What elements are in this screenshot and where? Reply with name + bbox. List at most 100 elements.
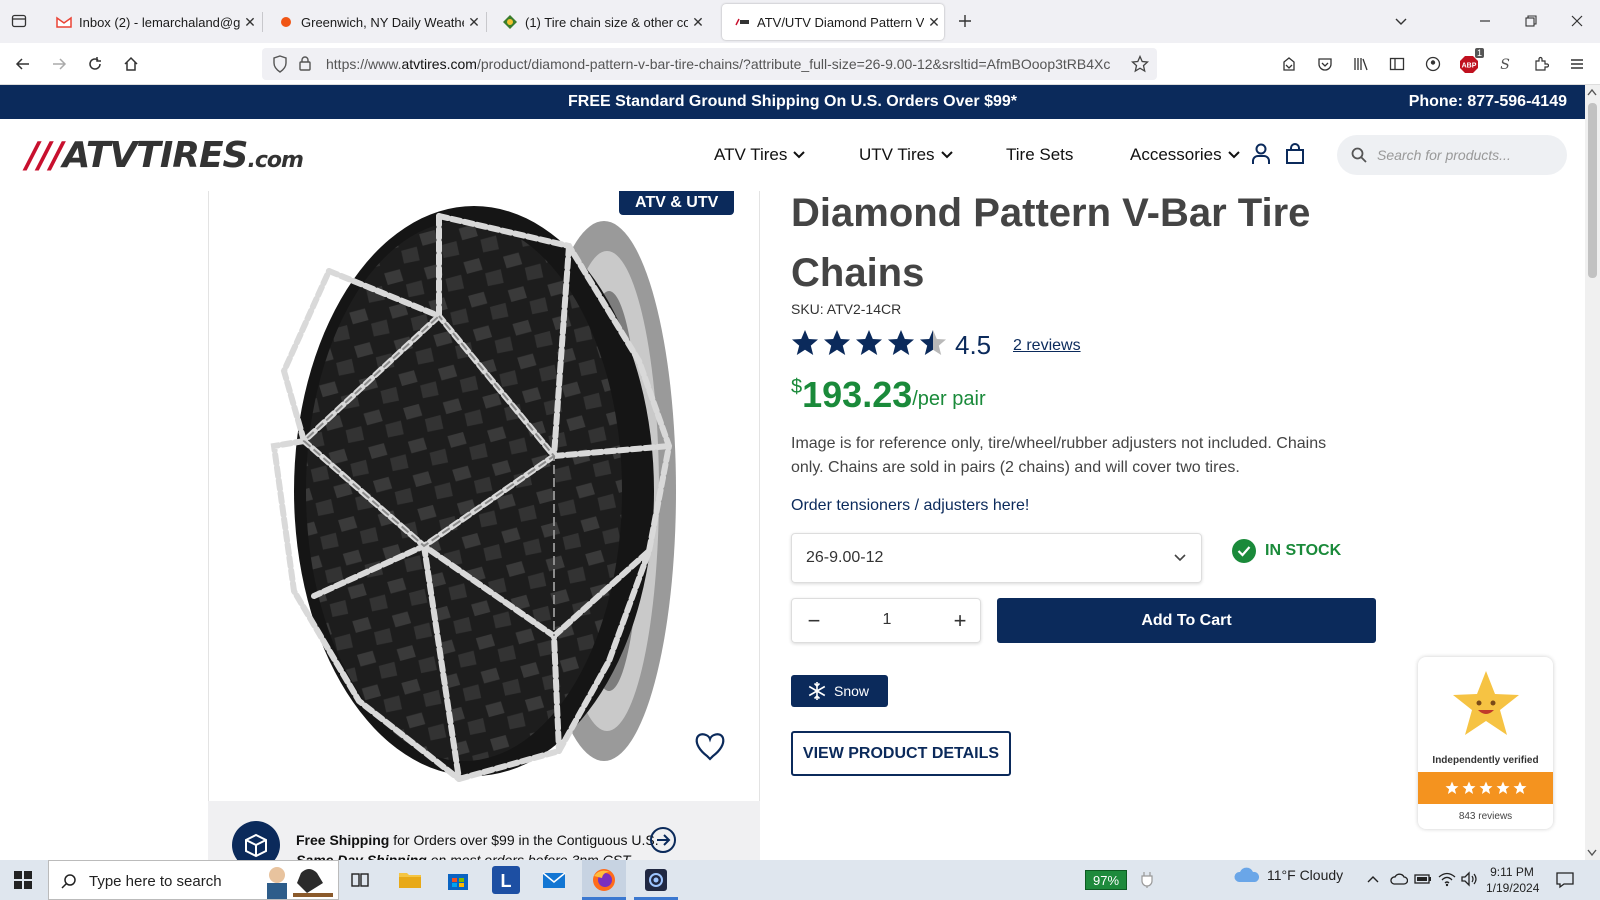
- windows-taskbar: Type here to search L 97% 11°F Cloudy 9:…: [0, 860, 1600, 900]
- scrollbar-thumb[interactable]: [1588, 103, 1597, 278]
- restore-icon[interactable]: [1518, 8, 1544, 34]
- chevron-down-icon: [940, 151, 953, 159]
- site-header: ///ATVTIRES.com ATV Tires UTV Tires Tire…: [0, 119, 1585, 191]
- verified-reviews-widget[interactable]: Independently verified 843 reviews: [1418, 657, 1553, 829]
- adjusters-link[interactable]: Order tensioners / adjusters here!: [791, 497, 1029, 515]
- logo-slashes: ///: [26, 135, 63, 176]
- task-view-icon[interactable]: [346, 866, 374, 894]
- promo-bar: FREE Standard Ground Shipping On U.S. Or…: [0, 85, 1585, 119]
- forward-icon[interactable]: [46, 51, 72, 77]
- nav-atv-tires[interactable]: ATV Tires: [714, 145, 806, 165]
- size-select-value: 26-9.00-12: [806, 549, 884, 566]
- taskbar-search-input[interactable]: Type here to search: [48, 860, 339, 900]
- check-circle-icon: [1232, 539, 1256, 563]
- close-tab-icon[interactable]: ✕: [688, 14, 708, 31]
- tab-title: Greenwich, NY Daily Weather | AccuW: [301, 14, 464, 30]
- chevron-down-icon: [793, 151, 806, 159]
- verified-stars: [1418, 772, 1553, 804]
- logo-main: ATVTIRES: [62, 135, 248, 176]
- app-menu-icon[interactable]: [1564, 51, 1590, 77]
- size-select[interactable]: 26-9.00-12: [791, 533, 1202, 583]
- microsoft-store-icon[interactable]: [444, 866, 472, 894]
- user-account-icon[interactable]: [1251, 143, 1271, 170]
- wifi-icon[interactable]: [1438, 871, 1456, 892]
- mail-icon[interactable]: [540, 866, 568, 894]
- tab-weather[interactable]: Greenwich, NY Daily Weather | AccuW ✕: [266, 4, 484, 40]
- atv-utv-badge: ATV & UTV: [619, 191, 735, 215]
- close-tab-icon[interactable]: ✕: [464, 14, 484, 31]
- forum-icon: [502, 14, 518, 30]
- shopping-bag-icon[interactable]: [1285, 143, 1305, 170]
- taskbar-weather[interactable]: 11°F Cloudy: [1233, 866, 1343, 884]
- rating-value: 4.5: [955, 330, 992, 360]
- qty-decrease-button[interactable]: −: [804, 608, 824, 634]
- nav-utv-tires[interactable]: UTV Tires: [859, 145, 953, 165]
- l-app-icon[interactable]: L: [492, 866, 520, 894]
- list-all-tabs-icon[interactable]: [1388, 8, 1414, 34]
- power-plug-icon[interactable]: [1141, 871, 1153, 894]
- camera-taskbar-button[interactable]: [634, 860, 678, 900]
- stock-label: IN STOCK: [1265, 542, 1342, 559]
- free-shipping-note: Free Shipping for Orders over $99 in the…: [296, 832, 659, 848]
- volume-icon[interactable]: [1460, 871, 1478, 892]
- onedrive-cloud-icon[interactable]: [1390, 872, 1409, 891]
- snow-tag[interactable]: Snow: [791, 675, 888, 707]
- tab-forum[interactable]: (1) Tire chain size & other confusion ✕: [490, 4, 708, 40]
- camera-icon: [645, 869, 667, 891]
- battery-indicator[interactable]: 97%: [1085, 870, 1127, 890]
- currency-extension-icon[interactable]: S: [1492, 51, 1518, 77]
- sidebar-icon[interactable]: [1384, 51, 1410, 77]
- nav-tire-sets[interactable]: Tire Sets: [1006, 145, 1073, 165]
- phone-number[interactable]: Phone: 877-596-4149: [1409, 93, 1567, 111]
- atvtires-logo[interactable]: ///ATVTIRES.com: [26, 135, 304, 176]
- add-to-cart-button[interactable]: Add To Cart: [997, 598, 1376, 643]
- nav-accessories[interactable]: Accessories: [1130, 145, 1240, 165]
- atvtires-favicon-icon: [734, 14, 750, 30]
- close-window-icon[interactable]: [1564, 8, 1590, 34]
- view-product-details-button[interactable]: VIEW PRODUCT DETAILS: [791, 731, 1011, 776]
- star-icon: [1479, 781, 1492, 794]
- adblock-icon[interactable]: ABP 1: [1456, 48, 1484, 77]
- tab-atvtires[interactable]: ATV/UTV Diamond Pattern V-Bar ✕: [722, 4, 944, 40]
- page-scrollbar[interactable]: [1585, 85, 1600, 860]
- minimize-icon[interactable]: [1472, 8, 1498, 34]
- new-tab-icon[interactable]: [952, 8, 978, 34]
- taskbar-clock[interactable]: 9:11 PM 1/19/2024: [1486, 864, 1539, 896]
- file-explorer-icon[interactable]: [396, 866, 424, 894]
- back-icon[interactable]: [10, 51, 36, 77]
- nav-label: Tire Sets: [1006, 145, 1074, 164]
- close-tab-icon[interactable]: ✕: [924, 14, 944, 31]
- library-icon[interactable]: [1348, 51, 1374, 77]
- wishlist-heart-icon[interactable]: [695, 733, 725, 761]
- qty-input[interactable]: 1: [862, 611, 912, 629]
- extensions-puzzle-icon[interactable]: [1528, 51, 1554, 77]
- pocket-icon[interactable]: [1312, 51, 1338, 77]
- weather-text: 11°F Cloudy: [1267, 867, 1344, 883]
- tab-title: ATV/UTV Diamond Pattern V-Bar: [757, 14, 924, 30]
- address-bar[interactable]: https://www.atvtires.com/product/diamond…: [262, 48, 1157, 80]
- save-to-pocket-icon[interactable]: [1276, 51, 1302, 77]
- show-hidden-icons-icon[interactable]: [1366, 873, 1380, 892]
- windows-start-icon[interactable]: [14, 871, 32, 894]
- home-icon[interactable]: [118, 51, 144, 77]
- free-shipping-promo[interactable]: FREE Standard Ground Shipping On U.S. Or…: [0, 93, 1585, 111]
- tab-gmail[interactable]: Inbox (2) - lemarchaland@gmail ✕: [44, 4, 260, 40]
- lock-icon[interactable]: [298, 55, 312, 76]
- battery-status-icon[interactable]: [1414, 872, 1432, 891]
- reviews-link[interactable]: 2 reviews: [1013, 337, 1081, 355]
- qty-increase-button[interactable]: +: [950, 608, 970, 634]
- scroll-down-icon[interactable]: [1587, 849, 1597, 857]
- product-search-input[interactable]: Search for products...: [1337, 135, 1567, 175]
- tire-chain-product-image[interactable]: [209, 191, 760, 801]
- scroll-up-icon[interactable]: [1587, 88, 1597, 96]
- close-tab-icon[interactable]: ✕: [240, 14, 260, 31]
- reload-icon[interactable]: [82, 51, 108, 77]
- tab-list-icon[interactable]: [6, 8, 32, 34]
- arrow-right-icon[interactable]: [650, 827, 676, 853]
- bookmark-star-icon[interactable]: [1130, 54, 1150, 78]
- firefox-taskbar-button[interactable]: [582, 860, 626, 900]
- svg-text:S: S: [1500, 57, 1510, 72]
- notifications-icon[interactable]: [1556, 871, 1574, 894]
- tracking-protection-shield-icon[interactable]: [272, 55, 288, 78]
- account-icon[interactable]: [1420, 51, 1446, 77]
